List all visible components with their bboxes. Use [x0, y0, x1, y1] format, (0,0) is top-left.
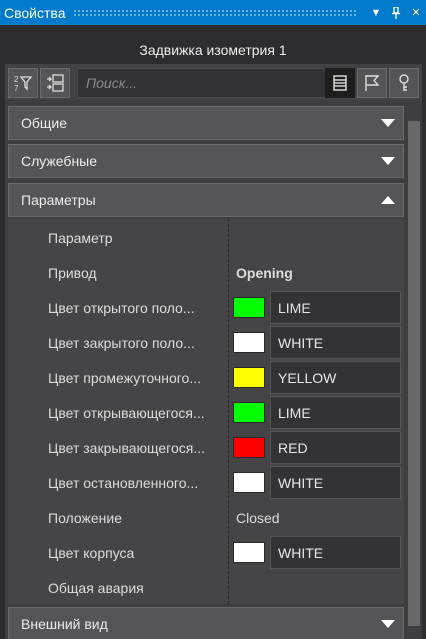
properties-view-button[interactable]	[325, 68, 355, 98]
property-name: Цвет закрывающегося...	[48, 439, 205, 456]
drag-grip[interactable]	[73, 9, 358, 16]
color-swatch[interactable]	[233, 437, 265, 458]
color-value-field[interactable]: RED	[270, 431, 401, 464]
section-service[interactable]: Служебные	[8, 144, 404, 178]
sort-az-filter-icon: 2 7	[14, 75, 33, 93]
property-row[interactable]: Цвет остановленного... WHITE	[8, 465, 404, 500]
color-value-field[interactable]: WHITE	[270, 466, 401, 499]
property-name: Цвет остановленного...	[48, 474, 199, 491]
color-value-field[interactable]: YELLOW	[270, 361, 401, 394]
color-value-field[interactable]: LIME	[270, 396, 401, 429]
section-parameters-label: Параметры	[21, 192, 96, 208]
property-name: Цвет открывающегося...	[48, 404, 205, 421]
scrollbar-thumb[interactable]	[408, 121, 420, 626]
property-name: Привод	[48, 264, 97, 281]
window-titlebar: Свойства ▼ ✕	[0, 0, 426, 25]
toolbar: 2 7	[5, 64, 422, 100]
property-row[interactable]: Цвет корпуса WHITE	[8, 535, 404, 570]
color-value-field[interactable]: WHITE	[270, 326, 401, 359]
property-row[interactable]: Цвет закрывающегося... RED	[8, 430, 404, 465]
section-service-label: Служебные	[21, 153, 98, 169]
property-row[interactable]: Привод Opening	[8, 255, 404, 290]
search-input[interactable]	[77, 68, 327, 98]
list-icon	[333, 75, 347, 91]
chevron-down-icon	[373, 119, 403, 127]
chevron-down-icon	[373, 620, 403, 628]
categorize-button[interactable]	[40, 68, 70, 98]
section-general-label: Общие	[21, 115, 68, 131]
flag-icon	[365, 75, 380, 91]
property-row[interactable]: Общая авария	[8, 570, 404, 605]
property-row[interactable]: Параметр	[8, 220, 404, 255]
window-title: Свойства	[4, 4, 66, 21]
property-row[interactable]: Положение Closed	[8, 500, 404, 535]
chevron-up-icon	[373, 196, 403, 204]
property-name: Цвет открытого поло...	[48, 299, 195, 316]
color-swatch[interactable]	[233, 367, 265, 388]
property-name: Цвет корпуса	[48, 544, 135, 561]
section-appearance-label: Внешний вид	[21, 616, 108, 632]
property-row[interactable]: Цвет закрытого поло... WHITE	[8, 325, 404, 360]
svg-text:7: 7	[14, 84, 19, 93]
vertical-scrollbar[interactable]	[406, 103, 422, 639]
section-parameters[interactable]: Параметры	[8, 183, 404, 217]
property-name: Положение	[48, 509, 122, 526]
color-swatch[interactable]	[233, 332, 265, 353]
events-view-button[interactable]	[357, 68, 387, 98]
property-name: Параметр	[48, 229, 113, 246]
sort-filter-button[interactable]: 2 7	[8, 68, 38, 98]
color-swatch[interactable]	[233, 542, 265, 563]
categorize-icon	[47, 74, 64, 92]
color-swatch[interactable]	[233, 402, 265, 423]
permissions-view-button[interactable]	[389, 68, 419, 98]
window-menu-icon[interactable]: ▼	[366, 0, 386, 25]
property-value[interactable]: Closed	[236, 500, 280, 535]
close-icon[interactable]: ✕	[406, 0, 426, 25]
property-row[interactable]: Цвет открывающегося... LIME	[8, 395, 404, 430]
property-name: Цвет промежуточного...	[48, 369, 201, 386]
section-appearance[interactable]: Внешний вид	[8, 607, 404, 639]
property-name: Цвет закрытого поло...	[48, 334, 195, 351]
key-icon	[399, 74, 409, 91]
color-swatch[interactable]	[233, 472, 265, 493]
property-row[interactable]: Цвет открытого поло... LIME	[8, 290, 404, 325]
pin-icon[interactable]	[386, 0, 406, 25]
object-title: Задвижка изометрия 1	[139, 41, 287, 58]
property-name: Общая авария	[48, 579, 144, 596]
color-value-field[interactable]: LIME	[270, 291, 401, 324]
color-value-field[interactable]: WHITE	[270, 536, 401, 569]
parameters-grid: Параметр Привод Opening Цвет открытого п…	[8, 219, 404, 604]
property-value[interactable]: Opening	[236, 255, 293, 290]
color-swatch[interactable]	[233, 297, 265, 318]
section-general[interactable]: Общие	[8, 106, 404, 140]
property-row[interactable]: Цвет промежуточного... YELLOW	[8, 360, 404, 395]
chevron-down-icon	[373, 157, 403, 165]
svg-text:2: 2	[14, 75, 19, 84]
